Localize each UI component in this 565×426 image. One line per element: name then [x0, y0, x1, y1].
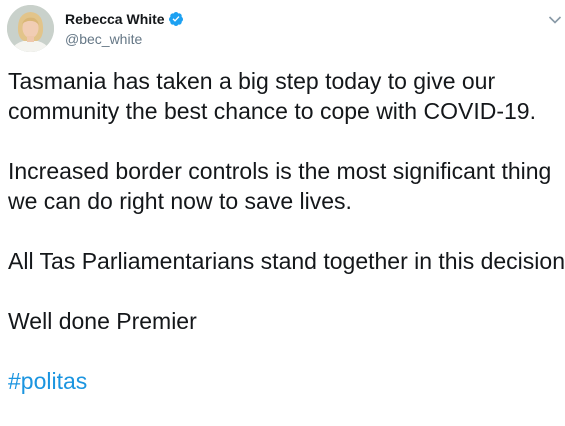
author-handle[interactable]: @bec_white — [65, 30, 142, 48]
author-display-name[interactable]: Rebecca White — [65, 9, 165, 29]
avatar[interactable] — [7, 5, 54, 52]
tweet-line: All Tas Parliamentarians stand together … — [8, 248, 565, 274]
tweet-text: Tasmania has taken a big step today to g… — [8, 66, 565, 426]
tweet-paragraph: Well done Premier — [8, 306, 563, 336]
hashtag-link[interactable]: #politas — [8, 368, 87, 394]
verified-badge-icon — [168, 11, 184, 27]
avatar-image — [7, 5, 54, 52]
tweet-line: Well done Premier — [8, 308, 197, 334]
tweet-paragraph: All Tas Parliamentarians stand together … — [8, 246, 565, 276]
author-name-row: Rebecca White — [65, 9, 184, 29]
tweet-line: Increased border controls is the most si… — [8, 158, 552, 184]
tweet-paragraph: Increased border controls is the most si… — [8, 156, 563, 216]
tweet-line: we can do right now to save lives. — [8, 188, 352, 214]
tweet-card: Rebecca White @bec_white Tasmania has ta… — [0, 0, 565, 403]
tweet-paragraph: Tasmania has taken a big step today to g… — [8, 66, 563, 126]
tweet-line: Tasmania has taken a big step today to g… — [8, 68, 496, 94]
tweet-paragraph: #politas — [8, 366, 563, 396]
tweet-line: community the best chance to cope with C… — [8, 98, 536, 124]
chevron-down-icon[interactable] — [548, 12, 562, 24]
